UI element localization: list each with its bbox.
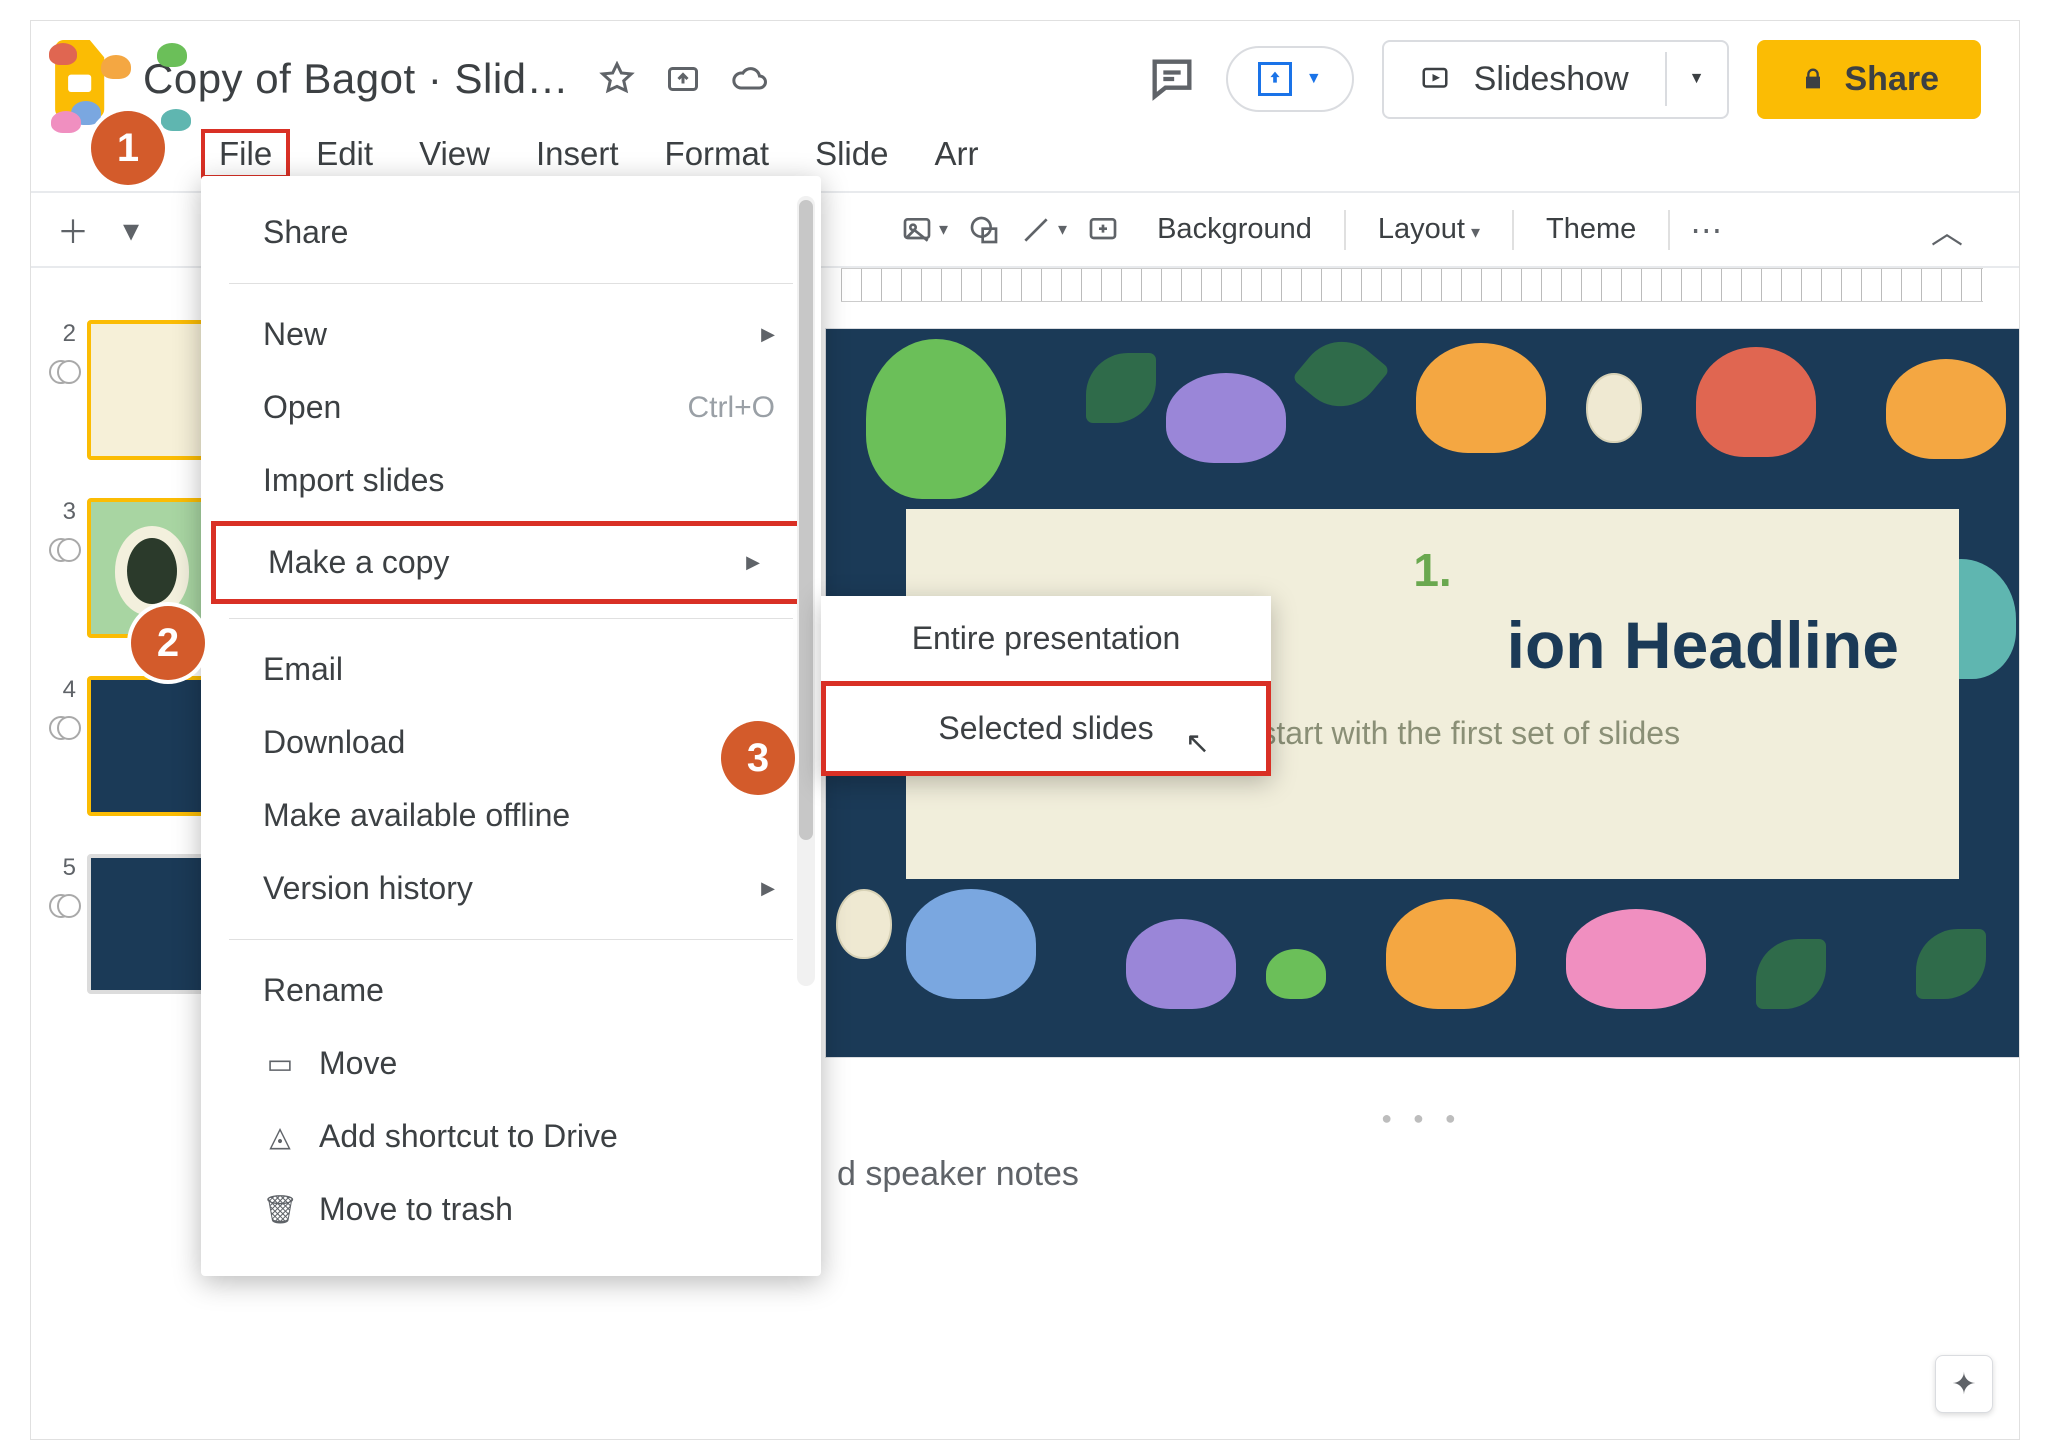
separator	[229, 283, 793, 284]
transition-icon	[49, 894, 77, 914]
share-label: Share	[1845, 60, 1940, 99]
shortcut-label: Ctrl+O	[687, 391, 775, 425]
menu-move-to-trash[interactable]: 🗑Move to trash	[201, 1173, 821, 1246]
submenu-selected-slides[interactable]: Selected slides ↖	[821, 681, 1271, 776]
submenu-entire-presentation[interactable]: Entire presentation	[821, 596, 1271, 681]
separator	[229, 939, 793, 940]
share-button[interactable]: Share	[1757, 40, 1982, 119]
menu-email[interactable]: Email	[201, 633, 821, 706]
cloud-status-icon[interactable]	[731, 61, 767, 97]
thumb-number: 5	[50, 854, 76, 882]
thumb-number: 2	[50, 320, 76, 348]
comment-history-icon[interactable]	[1146, 53, 1198, 105]
file-menu-dropdown: Share New OpenCtrl+O Import slides Make …	[201, 176, 821, 1276]
layout-button[interactable]: Layout	[1360, 203, 1498, 256]
present-pill[interactable]: ▼	[1226, 46, 1354, 112]
menu-view[interactable]: View	[399, 129, 510, 179]
dropdown-scrollbar[interactable]	[797, 196, 815, 986]
new-slide-caret[interactable]: ▾	[109, 204, 153, 256]
menu-rename[interactable]: Rename	[201, 954, 821, 1027]
present-upload-icon	[1258, 62, 1292, 96]
separator	[229, 618, 793, 619]
insert-image-button[interactable]	[901, 204, 948, 256]
menu-version-history[interactable]: Version history	[201, 852, 821, 925]
horizontal-ruler	[841, 268, 1983, 302]
document-title[interactable]: Copy of Bagot · Slid…	[143, 55, 569, 103]
transition-icon	[49, 538, 77, 558]
menu-move[interactable]: ▭Move	[201, 1027, 821, 1100]
slideshow-button[interactable]: Slideshow	[1384, 42, 1665, 117]
menu-slide[interactable]: Slide	[795, 129, 908, 179]
title-area: Copy of Bagot · Slid…	[143, 55, 569, 103]
background-button[interactable]: Background	[1139, 203, 1330, 256]
menu-edit[interactable]: Edit	[296, 129, 393, 179]
resize-handle-icon[interactable]: ● ● ●	[825, 1098, 2020, 1139]
thumb-number: 4	[50, 676, 76, 704]
folder-move-icon: ▭	[263, 1047, 297, 1081]
menu-share[interactable]: Share	[201, 196, 821, 269]
theme-button[interactable]: Theme	[1528, 203, 1654, 256]
slideshow-dropdown-caret[interactable]: ▼	[1665, 52, 1727, 106]
menu-insert[interactable]: Insert	[516, 129, 639, 179]
slideshow-button-group: Slideshow ▼	[1382, 40, 1729, 119]
header-bar: Copy of Bagot · Slid… ▼ Slideshow	[31, 21, 2019, 129]
menu-import-slides[interactable]: Import slides	[201, 444, 821, 517]
chevron-down-icon: ▼	[1306, 70, 1322, 88]
lock-icon	[1799, 65, 1827, 93]
header-right-controls: ▼ Slideshow ▼ Share	[1146, 40, 1981, 119]
play-in-box-icon	[1420, 64, 1450, 94]
trash-icon: 🗑	[263, 1193, 297, 1227]
thumb-number: 3	[50, 498, 76, 526]
header-doc-icons	[599, 61, 767, 97]
move-to-drive-icon[interactable]	[665, 61, 701, 97]
transition-icon	[49, 360, 77, 380]
menu-add-shortcut[interactable]: ◬Add shortcut to Drive	[201, 1100, 821, 1173]
menu-arrange[interactable]: Arr	[914, 129, 998, 179]
menu-make-available-offline[interactable]: Make available offline	[201, 779, 821, 852]
section-number: 1.	[946, 543, 1919, 597]
menu-open[interactable]: OpenCtrl+O	[201, 371, 821, 444]
menu-format[interactable]: Format	[645, 129, 790, 179]
insert-comment-button[interactable]	[1081, 204, 1125, 256]
explore-button[interactable]: ✦	[1935, 1355, 1993, 1413]
collapse-toolbar-icon[interactable]: ︿	[1925, 204, 1969, 256]
speaker-notes-panel: ● ● ● d speaker notes	[825, 1098, 2020, 1194]
new-slide-button[interactable]: ＋	[51, 204, 95, 256]
cursor-icon: ↖	[1185, 726, 1210, 761]
menu-make-a-copy[interactable]: Make a copy	[211, 521, 811, 604]
insert-shape-button[interactable]	[962, 204, 1006, 256]
transition-icon	[49, 716, 77, 736]
annotation-badge-1: 1	[91, 111, 165, 185]
menu-new[interactable]: New	[201, 298, 821, 371]
speaker-notes-text[interactable]: d speaker notes	[825, 1139, 2020, 1194]
star-icon[interactable]	[599, 61, 635, 97]
google-slides-window: Copy of Bagot · Slid… ▼ Slideshow	[30, 20, 2020, 1440]
menu-file[interactable]: File	[201, 129, 290, 179]
annotation-badge-2: 2	[131, 606, 205, 680]
more-toolbar-button[interactable]: ⋯	[1684, 204, 1728, 256]
insert-line-button[interactable]	[1020, 204, 1067, 256]
slideshow-label: Slideshow	[1474, 60, 1629, 99]
make-a-copy-submenu: Entire presentation Selected slides ↖	[821, 596, 1271, 776]
annotation-badge-3: 3	[721, 721, 795, 795]
drive-shortcut-icon: ◬	[263, 1120, 297, 1154]
